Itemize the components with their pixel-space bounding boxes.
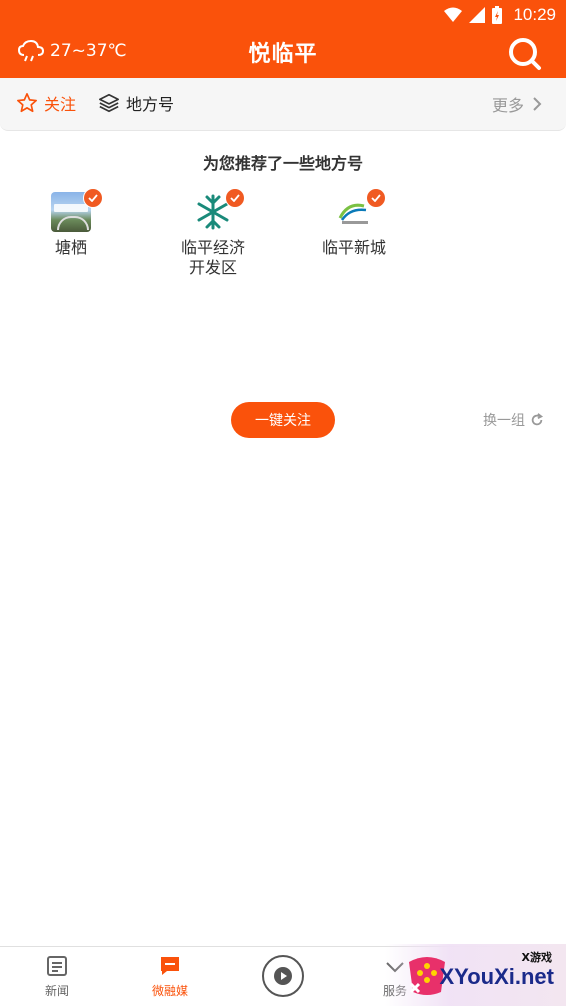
recommend-title: 为您推荐了一些地方号 [202, 154, 363, 173]
status-time: 10:29 [513, 5, 556, 24]
tab-local-accounts[interactable]: 地方号 [98, 91, 174, 115]
news-icon [47, 956, 67, 976]
play-circle-icon [274, 967, 292, 985]
star-icon [17, 93, 37, 113]
account-item-linping-dev-zone[interactable]: 临平经济 开发区 [153, 188, 273, 278]
watermark: X游戏 XYouXi.net [385, 944, 566, 1006]
check-icon [83, 188, 103, 208]
account-name: 塘栖 [54, 238, 87, 257]
chevron-right-icon [533, 97, 542, 111]
chat-icon [161, 957, 179, 975]
watermark-small-text: X游戏 [521, 951, 552, 964]
tangqi-logo [51, 188, 103, 232]
follow-all-button[interactable]: 一键关注 [231, 402, 335, 438]
account-name: 临平经济 开发区 [180, 238, 245, 277]
account-item-tangqi[interactable]: 塘栖 [11, 188, 131, 258]
signal-icon [469, 7, 486, 23]
shuffle-button[interactable]: 换一组 [483, 410, 544, 430]
center-play-button[interactable] [262, 955, 304, 997]
search-icon[interactable] [506, 36, 542, 72]
tab-news[interactable]: 新闻 [17, 955, 97, 999]
tab-news-label: 新闻 [44, 984, 69, 998]
more-link[interactable]: 更多 [492, 92, 542, 116]
wifi-icon [444, 7, 463, 22]
dev-zone-logo [193, 188, 245, 232]
tab-follow-label: 关注 [44, 95, 77, 114]
more-label: 更多 [491, 96, 524, 115]
tab-follow[interactable]: 关注 [16, 91, 76, 115]
tab-micro-media[interactable]: 微融媒 [130, 955, 210, 999]
refresh-icon [531, 413, 544, 426]
check-icon [366, 188, 386, 208]
page-title: 悦临平 [248, 42, 318, 67]
tab-local-label: 地方号 [126, 95, 175, 114]
sub-nav: 关注 地方号 更多 [0, 78, 566, 131]
tab-micro-media-label: 微融媒 [151, 984, 188, 998]
check-icon [225, 188, 245, 208]
account-name: 临平新城 [321, 238, 386, 257]
layers-icon [99, 93, 119, 113]
app-header: 10:29 27~37℃ 悦临平 [0, 0, 566, 78]
newtown-logo [334, 188, 386, 232]
watermark-brand: XYouXi.net [439, 964, 555, 989]
shuffle-label: 换一组 [483, 413, 525, 429]
battery-icon [492, 6, 503, 24]
account-item-linping-newtown[interactable]: 临平新城 [294, 188, 414, 258]
status-bar: 10:29 [444, 4, 556, 26]
